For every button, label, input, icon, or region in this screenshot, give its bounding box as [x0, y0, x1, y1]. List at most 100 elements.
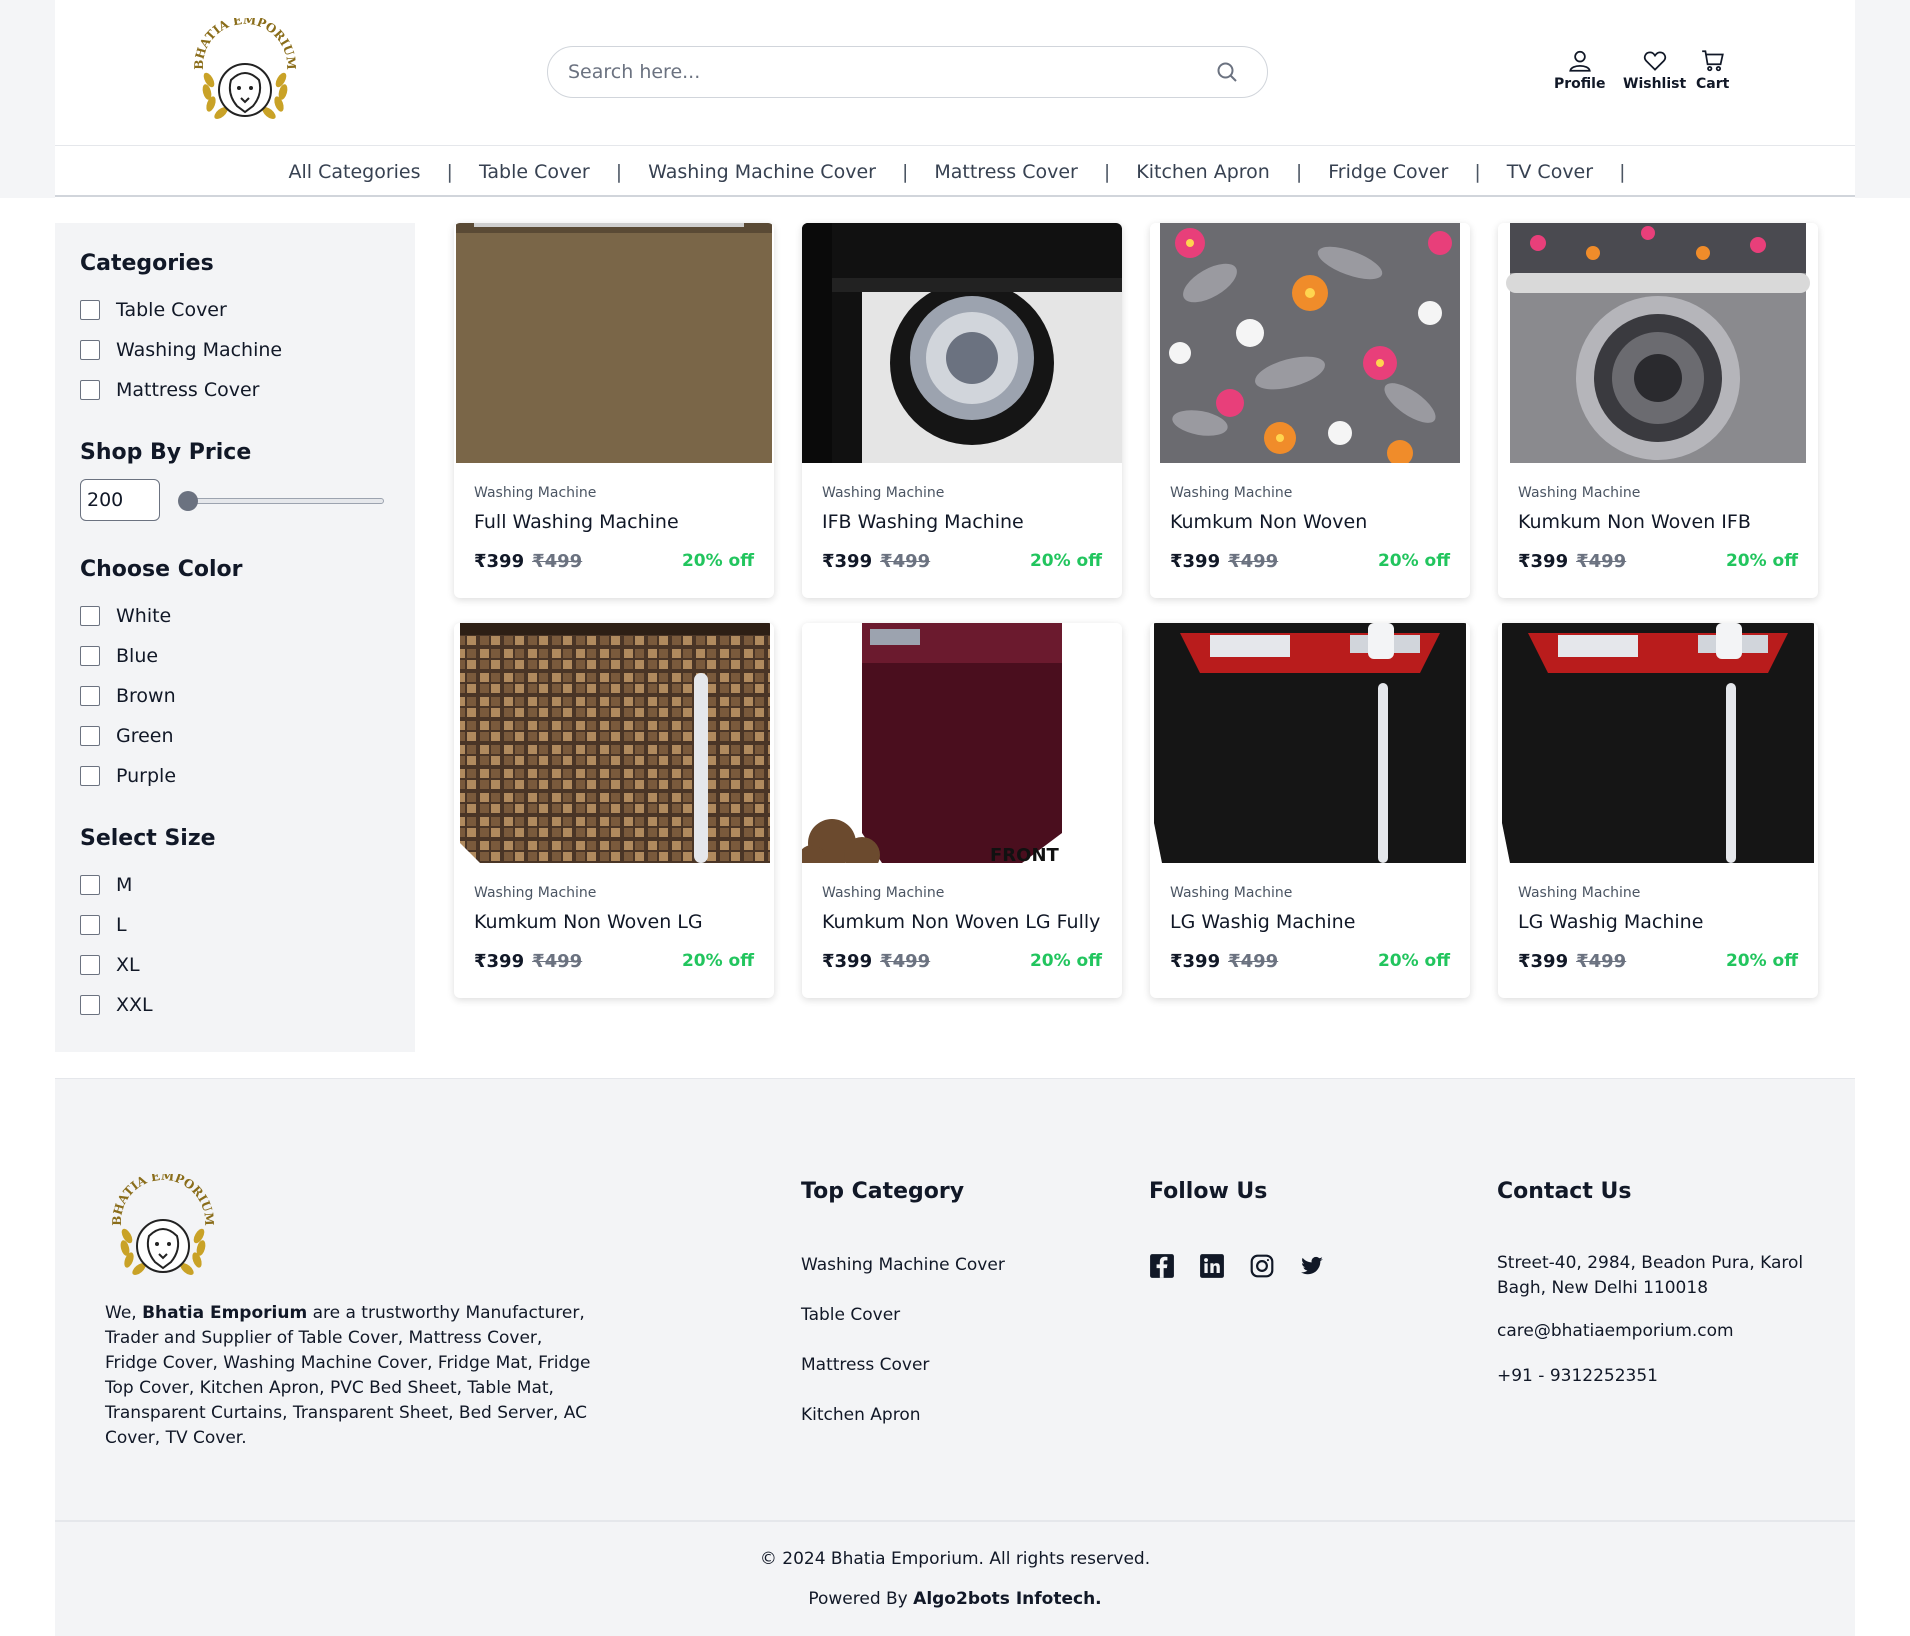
- cart-button[interactable]: Cart: [1696, 48, 1729, 92]
- filter-size-m[interactable]: M: [80, 865, 390, 905]
- filter-color-purple[interactable]: Purple: [80, 756, 390, 796]
- product-old-price: ₹499: [1576, 551, 1627, 572]
- product-image[interactable]: [1498, 223, 1818, 463]
- contact-address: Street-40, 2984, Beadon Pura, Karol Bagh…: [1497, 1253, 1804, 1298]
- product-card[interactable]: Washing Machine Kumkum Non Woven ₹399 ₹49…: [1150, 223, 1470, 598]
- product-old-price: ₹499: [1228, 951, 1279, 972]
- product-old-price: ₹499: [1576, 951, 1627, 972]
- svg-text:BHATIA EMPORIUM: BHATIA EMPORIUM: [110, 1174, 216, 1226]
- checkbox[interactable]: [80, 380, 100, 400]
- product-name[interactable]: IFB Washing Machine: [822, 511, 1024, 533]
- product-card[interactable]: Washing Machine Full Washing Machine ₹39…: [454, 223, 774, 598]
- filter-size-xl[interactable]: XL: [80, 945, 390, 985]
- footer-link-table-cover[interactable]: Table Cover: [801, 1305, 900, 1325]
- search-icon[interactable]: [1215, 60, 1239, 84]
- product-card[interactable]: FRONT Washing Machine Kumkum Non Woven L…: [802, 623, 1122, 998]
- heart-icon: [1643, 51, 1666, 71]
- filter-color-white[interactable]: White: [80, 596, 390, 636]
- contact-us-title: Contact Us: [1497, 1179, 1632, 1204]
- product-image[interactable]: [454, 623, 774, 863]
- product-price-row: ₹399 ₹499: [1170, 551, 1278, 572]
- product-name[interactable]: Full Washing Machine: [474, 511, 679, 533]
- filter-category-table-cover[interactable]: Table Cover: [80, 290, 390, 330]
- filter-size-xxl[interactable]: XXL: [80, 985, 390, 1025]
- checkbox[interactable]: [80, 300, 100, 320]
- product-image[interactable]: [1150, 223, 1470, 463]
- footer-link-mattress-cover[interactable]: Mattress Cover: [801, 1355, 929, 1375]
- nav-fridge-cover[interactable]: Fridge Cover: [1328, 161, 1448, 183]
- search-input[interactable]: [568, 57, 1168, 87]
- wishlist-button[interactable]: Wishlist: [1623, 48, 1686, 92]
- profile-label: Profile: [1554, 76, 1606, 92]
- checkbox[interactable]: [80, 686, 100, 706]
- price-slider[interactable]: [178, 491, 384, 511]
- footer-link-kitchen-apron[interactable]: Kitchen Apron: [801, 1405, 921, 1425]
- checkbox[interactable]: [80, 995, 100, 1015]
- filter-category-washing-machine[interactable]: Washing Machine: [80, 330, 390, 370]
- checkbox[interactable]: [80, 955, 100, 975]
- nav-washing-machine-cover[interactable]: Washing Machine Cover: [648, 161, 876, 183]
- product-image[interactable]: [1498, 623, 1818, 863]
- filter-size-l[interactable]: L: [80, 905, 390, 945]
- nav-tv-cover[interactable]: TV Cover: [1507, 161, 1593, 183]
- contact-email[interactable]: care@bhatiaemporium.com: [1497, 1319, 1827, 1344]
- filter-label: Table Cover: [116, 299, 227, 321]
- price-title: Shop By Price: [80, 440, 252, 465]
- checkbox[interactable]: [80, 875, 100, 895]
- checkbox[interactable]: [80, 340, 100, 360]
- search-bar[interactable]: [547, 46, 1268, 98]
- footer-logo[interactable]: BHATIA EMPORIUM: [103, 1169, 223, 1282]
- checkbox[interactable]: [80, 606, 100, 626]
- filter-sidebar: Categories Table Cover Washing Machine M…: [55, 223, 415, 1052]
- profile-button[interactable]: Profile: [1554, 48, 1605, 92]
- linkedin-icon[interactable]: [1199, 1253, 1225, 1279]
- site-footer: BHATIA EMPORIUM We, Bhatia Emporium are …: [55, 1078, 1855, 1636]
- product-image[interactable]: [802, 223, 1122, 463]
- checkbox[interactable]: [80, 766, 100, 786]
- filter-label: L: [116, 914, 127, 936]
- product-image[interactable]: [1150, 623, 1470, 863]
- product-name[interactable]: Kumkum Non Woven IFB: [1518, 511, 1751, 533]
- price-input[interactable]: 200: [80, 479, 160, 521]
- filter-color-brown[interactable]: Brown: [80, 676, 390, 716]
- checkbox[interactable]: [80, 915, 100, 935]
- nav-separator: |: [1295, 161, 1303, 183]
- product-name[interactable]: Kumkum Non Woven LG Fully: [822, 911, 1100, 933]
- contact-phone[interactable]: +91 - 9312252351: [1497, 1364, 1827, 1389]
- filter-color-green[interactable]: Green: [80, 716, 390, 756]
- product-price: ₹399: [822, 551, 873, 572]
- product-card[interactable]: Washing Machine IFB Washing Machine ₹399…: [802, 223, 1122, 598]
- product-card[interactable]: Washing Machine Kumkum Non Woven IFB ₹39…: [1498, 223, 1818, 598]
- product-card[interactable]: Washing Machine Kumkum Non Woven LG ₹399…: [454, 623, 774, 998]
- checkbox[interactable]: [80, 646, 100, 666]
- brand-logo[interactable]: BHATIA EMPORIUM: [185, 13, 305, 126]
- product-name[interactable]: LG Washig Machine: [1518, 911, 1703, 933]
- checkbox[interactable]: [80, 726, 100, 746]
- product-old-price: ₹499: [880, 551, 931, 572]
- nav-separator: |: [1474, 161, 1481, 183]
- product-image[interactable]: [454, 223, 774, 463]
- product-card[interactable]: Washing Machine LG Washig Machine ₹399 ₹4…: [1150, 623, 1470, 998]
- nav-table-cover[interactable]: Table Cover: [479, 161, 590, 183]
- product-image[interactable]: FRONT: [802, 623, 1122, 863]
- nav-all-categories[interactable]: All Categories: [289, 161, 421, 183]
- slider-track: [184, 498, 384, 504]
- powered-company[interactable]: Algo2bots Infotech.: [913, 1589, 1101, 1609]
- powered-by: Powered By Algo2bots Infotech.: [55, 1589, 1855, 1609]
- slider-thumb[interactable]: [178, 491, 198, 511]
- filter-label: Washing Machine: [116, 339, 283, 361]
- product-name[interactable]: LG Washig Machine: [1170, 911, 1355, 933]
- product-name[interactable]: Kumkum Non Woven LG: [474, 911, 703, 933]
- product-name[interactable]: Kumkum Non Woven: [1170, 511, 1367, 533]
- nav-mattress-cover[interactable]: Mattress Cover: [934, 161, 1078, 183]
- footer-link-washing-machine-cover[interactable]: Washing Machine Cover: [801, 1255, 1005, 1275]
- facebook-icon[interactable]: [1149, 1253, 1175, 1279]
- instagram-icon[interactable]: [1249, 1253, 1275, 1279]
- filter-color-blue[interactable]: Blue: [80, 636, 390, 676]
- product-price-row: ₹399 ₹499: [822, 951, 930, 972]
- product-card[interactable]: Washing Machine LG Washig Machine ₹399 ₹4…: [1498, 623, 1818, 998]
- filter-category-mattress-cover[interactable]: Mattress Cover: [80, 370, 390, 410]
- nav-kitchen-apron[interactable]: Kitchen Apron: [1136, 161, 1270, 183]
- social-links: [1149, 1253, 1349, 1279]
- twitter-icon[interactable]: [1299, 1253, 1325, 1279]
